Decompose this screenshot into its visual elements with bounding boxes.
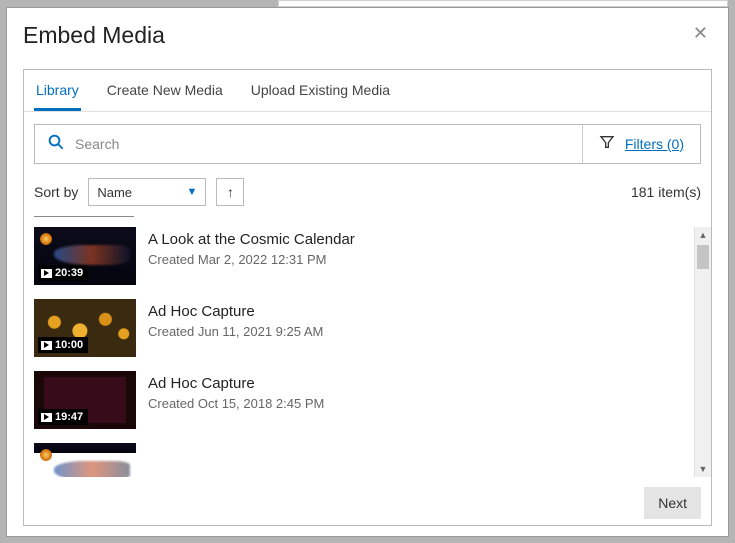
- chevron-down-icon: ▼: [186, 186, 197, 198]
- modal-footer: Next: [24, 477, 711, 525]
- play-icon: [41, 341, 52, 350]
- scrollbar-vertical[interactable]: ▲ ▼: [694, 227, 711, 477]
- filters-button[interactable]: Filters (0): [582, 125, 700, 163]
- search-filter-bar: Filters (0): [34, 124, 701, 164]
- tab-create-new-media[interactable]: Create New Media: [105, 70, 225, 111]
- list-item[interactable]: 19:47 Ad Hoc Capture Created Oct 15, 201…: [34, 371, 694, 429]
- thumbnail[interactable]: [34, 443, 136, 453]
- tabs: Library Create New Media Upload Existing…: [24, 70, 711, 112]
- sort-select[interactable]: Name ▼: [88, 178, 206, 206]
- list-area: 20:39 A Look at the Cosmic Calendar Crea…: [24, 227, 711, 477]
- item-count: 181 item(s): [631, 184, 701, 200]
- play-icon: [41, 413, 52, 422]
- background-window-edge: [278, 0, 728, 7]
- filters-label: Filters (0): [625, 136, 684, 152]
- search-box[interactable]: [35, 125, 582, 163]
- next-button[interactable]: Next: [644, 487, 701, 519]
- play-icon: [41, 269, 52, 278]
- list-item-partial[interactable]: [34, 443, 694, 453]
- list-item-meta: Ad Hoc Capture Created Jun 11, 2021 9:25…: [148, 299, 323, 357]
- media-created: Created Oct 15, 2018 2:45 PM: [148, 396, 324, 411]
- modal-header: Embed Media ✕: [23, 22, 712, 49]
- filter-icon: [599, 134, 615, 155]
- duration-text: 10:00: [55, 339, 83, 351]
- media-title[interactable]: A Look at the Cosmic Calendar: [148, 231, 355, 248]
- sort-direction-button[interactable]: ↑: [216, 178, 244, 206]
- list-item-meta: A Look at the Cosmic Calendar Created Ma…: [148, 227, 355, 285]
- scroll-down-arrow[interactable]: ▼: [695, 461, 711, 477]
- search-icon: [47, 133, 65, 156]
- scroll-handle[interactable]: [697, 245, 709, 269]
- close-button[interactable]: ✕: [689, 22, 712, 44]
- thumbnail[interactable]: 19:47: [34, 371, 136, 429]
- embed-media-modal: Embed Media ✕ Library Create New Media U…: [6, 7, 729, 537]
- duration-badge: 20:39: [38, 265, 88, 281]
- sort-by-label: Sort by: [34, 184, 78, 200]
- tab-upload-existing-media[interactable]: Upload Existing Media: [249, 70, 392, 111]
- list-item-meta: Ad Hoc Capture Created Oct 15, 2018 2:45…: [148, 371, 324, 429]
- list-item[interactable]: 20:39 A Look at the Cosmic Calendar Crea…: [34, 227, 694, 285]
- divider: [34, 216, 134, 217]
- sort-select-value: Name: [97, 185, 132, 200]
- scroll-up-arrow[interactable]: ▲: [695, 227, 711, 243]
- search-input[interactable]: [75, 136, 570, 152]
- thumbnail[interactable]: 20:39: [34, 227, 136, 285]
- media-created: Created Mar 2, 2022 12:31 PM: [148, 252, 355, 267]
- thumbnail[interactable]: 10:00: [34, 299, 136, 357]
- modal-body: Library Create New Media Upload Existing…: [23, 69, 712, 526]
- media-list: 20:39 A Look at the Cosmic Calendar Crea…: [34, 227, 694, 477]
- duration-badge: 10:00: [38, 337, 88, 353]
- media-title[interactable]: Ad Hoc Capture: [148, 375, 324, 392]
- modal-title: Embed Media: [23, 22, 165, 49]
- duration-text: 20:39: [55, 267, 83, 279]
- list-item[interactable]: 10:00 Ad Hoc Capture Created Jun 11, 202…: [34, 299, 694, 357]
- duration-badge: 19:47: [38, 409, 88, 425]
- duration-text: 19:47: [55, 411, 83, 423]
- media-created: Created Jun 11, 2021 9:25 AM: [148, 324, 323, 339]
- sort-row: Sort by Name ▼ ↑ 181 item(s): [24, 172, 711, 216]
- media-title[interactable]: Ad Hoc Capture: [148, 303, 323, 320]
- tab-library[interactable]: Library: [34, 70, 81, 111]
